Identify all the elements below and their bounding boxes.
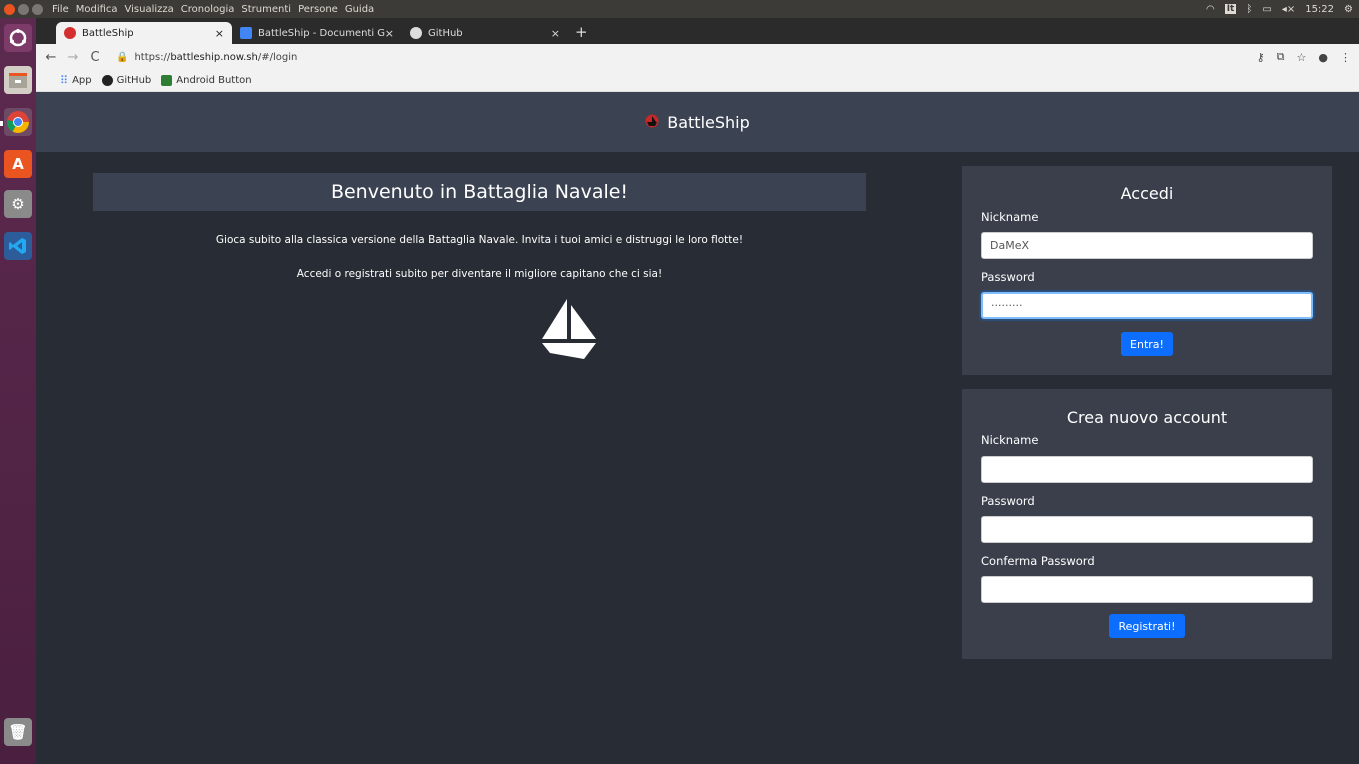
address-bar[interactable]: 🔒 https://battleship.now.sh/#/login [116,52,297,63]
login-submit-button[interactable]: Entra! [1121,332,1173,356]
web-page: BattleShip Benvenuto in Battaglia Navale… [36,92,1359,764]
login-password-label: Password [981,270,1035,284]
reload-icon[interactable]: C [84,50,106,65]
register-password-label: Password [981,494,1035,508]
tab-close-icon[interactable]: × [385,27,394,40]
login-nickname-input[interactable]: DaMeX [981,232,1313,259]
keyboard-layout-indicator[interactable]: It [1224,4,1237,14]
system-top-bar: File Modifica Visualizza Cronologia Stru… [0,0,1359,18]
battleship-logo-icon[interactable] [645,113,659,132]
ubuntu-dash-icon[interactable] [4,24,32,52]
github-icon [101,75,113,86]
browser-tab-strip: BattleShip × BattleShip - Documenti G × … [36,18,1359,44]
window-close-button[interactable] [4,3,15,15]
vscode-icon[interactable] [4,232,32,260]
software-center-icon[interactable]: A [4,150,32,178]
site-brand[interactable]: BattleShip [667,113,750,132]
github-icon [410,27,422,39]
tab-close-icon[interactable]: × [551,27,560,40]
bookmark-app[interactable]: ⠿ App [60,74,92,87]
apps-grid-icon: ⠿ [60,74,69,87]
bookmark-star-icon[interactable]: ☆ [1297,51,1307,64]
window-minimize-button[interactable] [18,3,29,15]
login-password-input[interactable]: ········· [981,292,1313,319]
bookmark-android-button[interactable]: Android Button [161,75,252,86]
url-text: https://battleship.now.sh/#/login [134,51,298,63]
login-title: Accedi [1120,184,1174,203]
tab-label: GitHub [428,27,463,39]
browser-toolbar: ← → C 🔒 https://battleship.now.sh/#/logi… [36,44,1359,70]
window-maximize-button[interactable] [32,3,43,15]
android-icon [161,75,173,86]
window-controls [0,3,52,15]
battery-icon[interactable]: ▭ [1262,4,1271,15]
sailboat-icon [536,297,602,367]
google-docs-icon [240,27,252,39]
key-icon[interactable]: ⚷ [1257,51,1265,64]
intro-text: Gioca subito alla classica versione dell… [215,234,744,246]
translate-icon[interactable]: ⧉ [1277,50,1285,64]
register-password-input[interactable] [981,516,1313,543]
forward-arrow-icon[interactable]: → [62,50,84,65]
menu-guida[interactable]: Guida [345,4,374,15]
tab-github[interactable]: GitHub × [402,22,568,44]
bookmarks-bar: ⠿ App GitHub Android Button [36,70,1359,92]
tab-label: BattleShip - Documenti G [258,27,386,39]
register-confirm-label: Conferma Password [981,554,1095,568]
register-nickname-label: Nickname [981,433,1039,447]
profile-avatar-icon[interactable]: ● [1318,51,1328,64]
register-nickname-input[interactable] [981,456,1313,483]
settings-gear-icon[interactable]: ⚙ [1344,4,1353,15]
wifi-icon[interactable]: ◠ [1206,4,1215,15]
system-tray: ◠ It ᛒ ▭ ◂× 15:22 ⚙ [1206,0,1353,18]
login-nickname-label: Nickname [981,210,1039,224]
menu-file[interactable]: File [52,4,69,15]
register-submit-button[interactable]: Registrati! [1109,614,1185,638]
kebab-menu-icon[interactable]: ⋮ [1340,51,1351,64]
clock[interactable]: 15:22 [1305,4,1334,15]
register-confirm-input[interactable] [981,576,1313,603]
login-card: Accedi Nickname DaMeX Password ·········… [962,166,1332,375]
site-header: BattleShip [36,92,1359,152]
menu-modifica[interactable]: Modifica [76,4,118,15]
trash-icon[interactable]: 🗑 [4,718,32,746]
tab-close-icon[interactable]: × [215,27,224,40]
menu-strumenti[interactable]: Strumenti [241,4,291,15]
battleship-favicon-icon [64,27,76,39]
chrome-icon[interactable] [4,108,32,136]
tab-battleship-docs[interactable]: BattleShip - Documenti G × [232,22,402,44]
register-card: Crea nuovo account Nickname Password Con… [962,389,1332,659]
active-app-indicator [0,121,3,126]
menu-visualizza[interactable]: Visualizza [125,4,174,15]
menu-cronologia[interactable]: Cronologia [181,4,235,15]
lock-icon: 🔒 [116,51,129,63]
volume-icon[interactable]: ◂× [1282,4,1295,15]
system-settings-icon[interactable]: ⚙ [4,190,32,218]
files-icon[interactable] [4,66,32,94]
app-menu-bar: File Modifica Visualizza Cronologia Stru… [52,4,374,15]
menu-persone[interactable]: Persone [298,4,338,15]
back-arrow-icon[interactable]: ← [40,50,62,65]
intro-cta-text: Accedi o registrati subito per diventare… [296,268,663,280]
register-title: Crea nuovo account [1066,408,1228,427]
ubuntu-launcher: A ⚙ 🗑 [0,18,36,764]
toolbar-actions: ⚷ ⧉ ☆ ● ⋮ [1257,50,1351,64]
bookmark-github[interactable]: GitHub [101,75,151,86]
new-tab-button[interactable]: + [575,23,588,41]
tab-battleship[interactable]: BattleShip × [56,22,232,44]
welcome-title: Benvenuto in Battaglia Navale! [93,173,866,211]
tab-label: BattleShip [82,27,134,39]
bluetooth-icon[interactable]: ᛒ [1246,4,1252,15]
